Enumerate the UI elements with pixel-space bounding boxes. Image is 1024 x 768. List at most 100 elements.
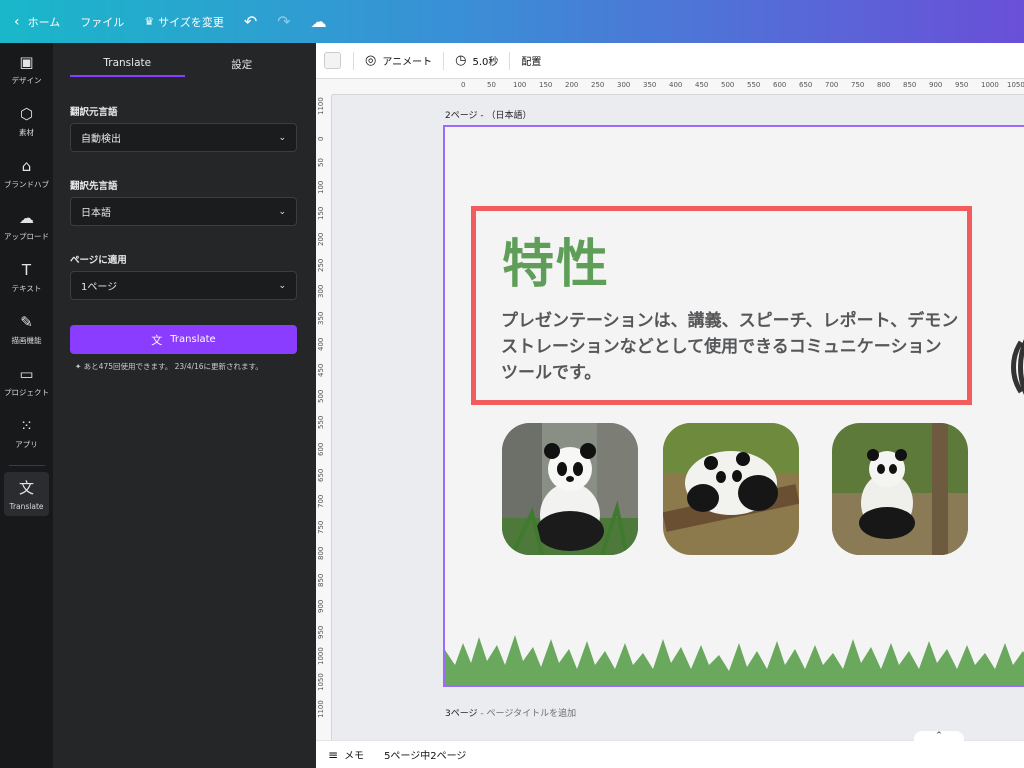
add-page-title[interactable]: - ページタイトルを追加	[480, 709, 576, 719]
panda-image	[832, 423, 968, 555]
translate-icon: 文	[18, 479, 34, 497]
ruler-tick-label: 450	[695, 81, 709, 89]
source-language-select[interactable]: 自動検出 ⌄	[70, 123, 297, 152]
rail-label: アップロード	[4, 231, 49, 241]
duration-button[interactable]: ◷ 5.0秒	[444, 43, 509, 79]
resize-button[interactable]: ♛ サイズを変更	[134, 0, 234, 43]
rail-label: 素材	[19, 127, 34, 137]
ruler-tick-label: 1100	[317, 97, 325, 115]
panel-tabs: Translate 設定	[70, 53, 299, 77]
editor-canvas-area: ◎ アニメート ◷ 5.0秒 配置 0 50 100 150 200 250 300 350 4…	[316, 43, 1024, 740]
ruler-tick-label: 1000	[317, 647, 325, 666]
ruler-tick-label: 400	[669, 81, 683, 89]
translate-icon: 文	[151, 333, 163, 347]
background-color-swatch[interactable]	[324, 52, 341, 69]
ruler-tick-label: 200	[565, 81, 579, 89]
panda-photo-1[interactable]	[502, 423, 638, 555]
position-button[interactable]: 配置	[510, 43, 552, 79]
ruler-tick-label: 750	[851, 81, 865, 89]
rail-label: 描画機能	[11, 335, 42, 345]
crown-icon: ♛	[144, 15, 155, 28]
rail-item-translate[interactable]: 文 Translate	[4, 472, 49, 516]
ruler-tick-label: 250	[591, 81, 605, 89]
page-count[interactable]: 5ページ中2ページ	[384, 747, 466, 762]
usage-quota-text: ✦ あと475回使用できます。 23/4/16に更新されます。	[75, 361, 263, 372]
tab-translate[interactable]: Translate	[70, 53, 185, 77]
ruler-tick-label: 550	[747, 81, 761, 89]
ruler-tick-label: 50	[317, 158, 325, 168]
ruler-tick-label: 950	[317, 625, 325, 639]
ruler-tick-label: 350	[643, 81, 657, 89]
target-language-label: 翻訳先言語	[70, 181, 118, 192]
selection-highlight-box	[471, 206, 972, 405]
chevron-up-icon[interactable]: ⌃	[914, 731, 964, 743]
rail-item-projects[interactable]: ▭ プロジェクト	[0, 355, 53, 407]
ruler-tick-label: 700	[317, 494, 325, 508]
rail-label: デザイン	[11, 75, 42, 85]
ruler-tick-label: 650	[317, 468, 325, 482]
panda-photo-2[interactable]	[663, 423, 799, 555]
rail-item-design[interactable]: ▣ デザイン	[0, 43, 53, 95]
notes-label: メモ	[344, 751, 365, 762]
notes-button[interactable]: ≡ メモ	[316, 747, 365, 763]
elements-icon: ⬡	[19, 104, 34, 123]
status-bar: ⌃ ≡ メモ 5ページ中2ページ	[316, 731, 1024, 768]
panda-photo-3[interactable]	[832, 423, 968, 555]
ruler-tick-label: 100	[513, 81, 527, 89]
target-language-value: 日本語	[81, 208, 111, 219]
ruler-tick-label: 850	[317, 573, 325, 587]
panda-image	[663, 423, 799, 555]
home-label: ホーム	[27, 15, 61, 29]
ruler-corner	[316, 79, 332, 95]
tab-settings[interactable]: 設定	[185, 53, 300, 77]
undo-icon[interactable]: ↶	[234, 0, 267, 43]
ruler-tick-label: 150	[539, 81, 553, 89]
design-icon: ▣	[19, 52, 34, 71]
target-language-select[interactable]: 日本語 ⌄	[70, 197, 297, 226]
page-2-label[interactable]: 2ページ - （日本語）	[445, 108, 532, 121]
animate-button[interactable]: ◎ アニメート	[354, 43, 443, 79]
page-3-label[interactable]: 3ページ - ページタイトルを追加	[445, 706, 576, 719]
clock-icon: ◷	[455, 53, 467, 68]
ruler-tick-label: 300	[617, 81, 631, 89]
ruler-tick-label: 400	[317, 337, 325, 351]
translate-button[interactable]: 文 Translate	[70, 325, 297, 354]
draw-icon: ✎	[20, 312, 33, 331]
folder-icon: ▭	[19, 364, 34, 383]
position-label: 配置	[521, 57, 542, 68]
cloud-sync-icon[interactable]: ☁	[301, 0, 337, 43]
apply-to-pages-label: ページに適用	[70, 255, 127, 266]
rail-item-apps[interactable]: ⁙ アプリ	[0, 407, 53, 459]
ruler-tick-label: 600	[773, 81, 787, 89]
rail-item-elements[interactable]: ⬡ 素材	[0, 95, 53, 147]
home-button[interactable]: ‹ ホーム	[0, 0, 70, 43]
ruler-tick-label: 550	[317, 416, 325, 430]
rail-label: ブランドハブ	[4, 179, 49, 189]
ruler-tick-label: 1000	[981, 81, 999, 89]
file-menu[interactable]: ファイル	[70, 0, 134, 43]
panda-image	[502, 423, 638, 555]
ruler-tick-label: 800	[317, 547, 325, 561]
rail-item-text[interactable]: T テキスト	[0, 251, 53, 303]
redo-icon[interactable]: ↷	[267, 0, 300, 43]
ruler-tick-label: 950	[955, 81, 969, 89]
design-page-2[interactable]: 特性 プレゼンテーションは、講義、スピーチ、レポート、デモンストレーションなどと…	[443, 125, 1024, 687]
rail-item-draw[interactable]: ✎ 描画機能	[0, 303, 53, 355]
rail-item-uploads[interactable]: ☁ アップロード	[0, 199, 53, 251]
resize-label: サイズを変更	[158, 15, 224, 29]
ruler-tick-label: 1050	[1007, 81, 1024, 89]
rail-label: Translate	[9, 502, 44, 511]
ruler-tick-label: 200	[317, 232, 325, 246]
chevron-down-icon: ⌄	[278, 280, 286, 291]
page-number: 2ページ	[445, 111, 478, 121]
apps-grid-icon: ⁙	[20, 416, 33, 435]
brand-hub-icon: ⌂	[21, 156, 32, 175]
ruler-tick-label: 1050	[317, 673, 325, 692]
rail-item-brand-hub[interactable]: ⌂ ブランドハブ	[0, 147, 53, 199]
ruler-tick-label: 0	[461, 81, 466, 89]
file-label: ファイル	[80, 15, 125, 29]
ruler-tick-label: 500	[317, 389, 325, 404]
source-language-label: 翻訳元言語	[70, 107, 118, 118]
ruler-tick-label: 100	[317, 180, 325, 194]
apply-to-pages-select[interactable]: 1ページ ⌄	[70, 271, 297, 300]
